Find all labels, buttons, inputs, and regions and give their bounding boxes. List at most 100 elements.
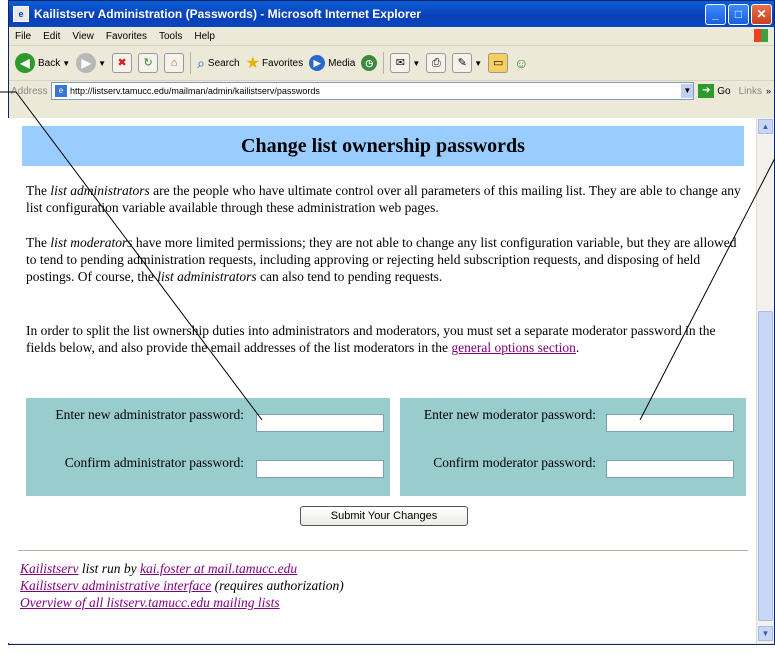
favorites-button[interactable]: ★ Favorites <box>246 53 303 73</box>
paragraph-moderators: The list moderators have more limited pe… <box>26 234 746 285</box>
title-bar: e Kailistserv Administration (Passwords)… <box>9 1 774 27</box>
search-button[interactable]: ⌕ Search <box>197 55 240 72</box>
address-input[interactable]: e http://listserv.tamucc.edu/mailman/adm… <box>51 82 695 100</box>
address-bar: Address e http://listserv.tamucc.edu/mai… <box>9 81 774 101</box>
search-icon: ⌕ <box>197 54 205 71</box>
maximize-button[interactable]: □ <box>728 3 749 25</box>
text: (requires authorization) <box>211 578 344 593</box>
moderator-password-panel: Enter new moderator password: Confirm mo… <box>400 398 746 496</box>
history-icon: ◷ <box>361 55 378 71</box>
admin-new-password-input[interactable] <box>256 414 384 432</box>
scroll-up-icon[interactable]: ▲ <box>758 119 773 134</box>
text: In order to split the list ownership dut… <box>26 323 716 355</box>
overview-link[interactable]: Overview of all listserv.tamucc.edu mail… <box>20 595 280 610</box>
page-content: Change list ownership passwords The list… <box>8 118 756 643</box>
refresh-icon: ↻ <box>138 53 159 73</box>
print-icon: ⎙ <box>426 53 447 73</box>
mail-icon: ✉ <box>390 53 411 73</box>
home-icon: ⌂ <box>164 53 185 73</box>
admin-confirm-password-input[interactable] <box>256 460 384 478</box>
general-options-link[interactable]: general options section <box>451 340 575 355</box>
edit-icon: ✎ <box>452 53 473 73</box>
address-label: Address <box>11 85 48 97</box>
admin-password-panel: Enter new administrator password: Confir… <box>26 398 390 496</box>
favorites-label: Favorites <box>261 57 304 69</box>
menu-help[interactable]: Help <box>194 31 215 42</box>
admin-interface-link[interactable]: Kailistserv administrative interface <box>20 578 211 593</box>
mod-new-label: Enter new moderator password: <box>423 407 596 422</box>
back-dropdown-icon[interactable]: ▼ <box>62 59 70 68</box>
back-arrow-icon: ◀ <box>15 53 35 73</box>
back-label: Back <box>38 57 61 69</box>
forward-button[interactable]: ▶ ▼ <box>76 53 106 73</box>
stop-icon: ✖ <box>112 53 133 73</box>
ie-page-icon: e <box>13 6 29 22</box>
folder-button[interactable]: ▭ <box>488 53 509 73</box>
text: The <box>26 183 51 198</box>
close-button[interactable]: ✕ <box>751 3 772 25</box>
footer-line-1: Kailistserv list run by kai.foster at ma… <box>20 560 297 577</box>
media-icon: ▶ <box>309 55 326 71</box>
emphasis-list-administrators: list administrators <box>157 269 257 284</box>
minimize-button[interactable]: _ <box>705 3 726 25</box>
text: . <box>575 340 580 355</box>
edit-dropdown-icon[interactable]: ▼ <box>474 59 482 68</box>
footer-line-3: Overview of all listserv.tamucc.edu mail… <box>20 594 280 611</box>
forward-dropdown-icon[interactable]: ▼ <box>98 59 106 68</box>
mod-new-password-input[interactable] <box>606 414 734 432</box>
media-label: Media <box>328 57 356 69</box>
messenger-icon: ☺ <box>514 55 529 71</box>
mail-dropdown-icon[interactable]: ▼ <box>412 59 420 68</box>
page-icon: e <box>55 85 67 97</box>
scroll-down-icon[interactable]: ▼ <box>758 626 773 641</box>
menu-file[interactable]: File <box>15 31 31 42</box>
mod-confirm-label: Confirm moderator password: <box>433 455 596 470</box>
menu-edit[interactable]: Edit <box>43 31 60 42</box>
search-label: Search <box>207 57 240 69</box>
print-button[interactable]: ⎙ <box>426 53 447 73</box>
admin-confirm-label: Confirm administrator password: <box>64 455 244 470</box>
back-button[interactable]: ◀ Back ▼ <box>15 53 70 73</box>
page-title: Change list ownership passwords <box>22 126 744 166</box>
paragraph-administrators: The list administrators are the people w… <box>26 182 746 216</box>
home-button[interactable]: ⌂ <box>164 53 185 73</box>
footer-line-2: Kailistserv administrative interface (re… <box>20 577 344 594</box>
divider <box>18 550 748 551</box>
go-label: Go <box>717 85 731 97</box>
admin-new-label: Enter new administrator password: <box>55 407 244 422</box>
chevron-right-icon[interactable]: » <box>766 86 771 96</box>
paragraph-split-duties: In order to split the list ownership dut… <box>26 322 746 356</box>
submit-button[interactable]: Submit Your Changes <box>300 506 468 526</box>
list-name-link[interactable]: Kailistserv <box>20 561 79 576</box>
messenger-button[interactable]: ☺ <box>514 55 528 71</box>
owner-email-link[interactable]: kai.foster at mail.tamucc.edu <box>140 561 297 576</box>
emphasis-list-administrators: list administrators <box>50 183 150 198</box>
text: list run by <box>78 561 141 576</box>
folder-icon: ▭ <box>488 53 509 73</box>
forward-arrow-icon: ▶ <box>76 53 97 73</box>
go-button[interactable]: ➔ Go <box>698 84 731 98</box>
menu-favorites[interactable]: Favorites <box>106 31 147 42</box>
favorites-star-icon: ★ <box>245 55 260 72</box>
windows-logo-icon <box>754 29 768 42</box>
menu-view[interactable]: View <box>72 31 94 42</box>
media-button[interactable]: ▶ Media <box>309 55 355 71</box>
vertical-scrollbar[interactable]: ▲ ▼ <box>756 118 774 643</box>
mod-confirm-password-input[interactable] <box>606 460 734 478</box>
mail-button[interactable]: ✉ ▼ <box>390 53 420 73</box>
text: can also tend to pending requests. <box>256 269 443 284</box>
refresh-button[interactable]: ↻ <box>138 53 159 73</box>
stop-button[interactable]: ✖ <box>112 53 133 73</box>
scroll-thumb[interactable] <box>758 311 773 621</box>
toolbar: ◀ Back ▼ ▶ ▼ ✖ ↻ ⌂ ⌕ Search ★ Favorites … <box>9 46 774 81</box>
window-title: Kailistserv Administration (Passwords) -… <box>34 7 421 21</box>
address-dropdown-icon[interactable]: ▼ <box>681 84 694 98</box>
address-url: http://listserv.tamucc.edu/mailman/admin… <box>70 86 320 96</box>
links-toolbar[interactable]: Links <box>739 86 762 97</box>
toolbar-separator <box>383 52 385 74</box>
menu-tools[interactable]: Tools <box>159 31 182 42</box>
edit-button[interactable]: ✎ ▼ <box>452 53 482 73</box>
history-button[interactable]: ◷ <box>361 55 378 71</box>
emphasis-list-moderators: list moderators <box>50 235 133 250</box>
text: The <box>26 235 51 250</box>
